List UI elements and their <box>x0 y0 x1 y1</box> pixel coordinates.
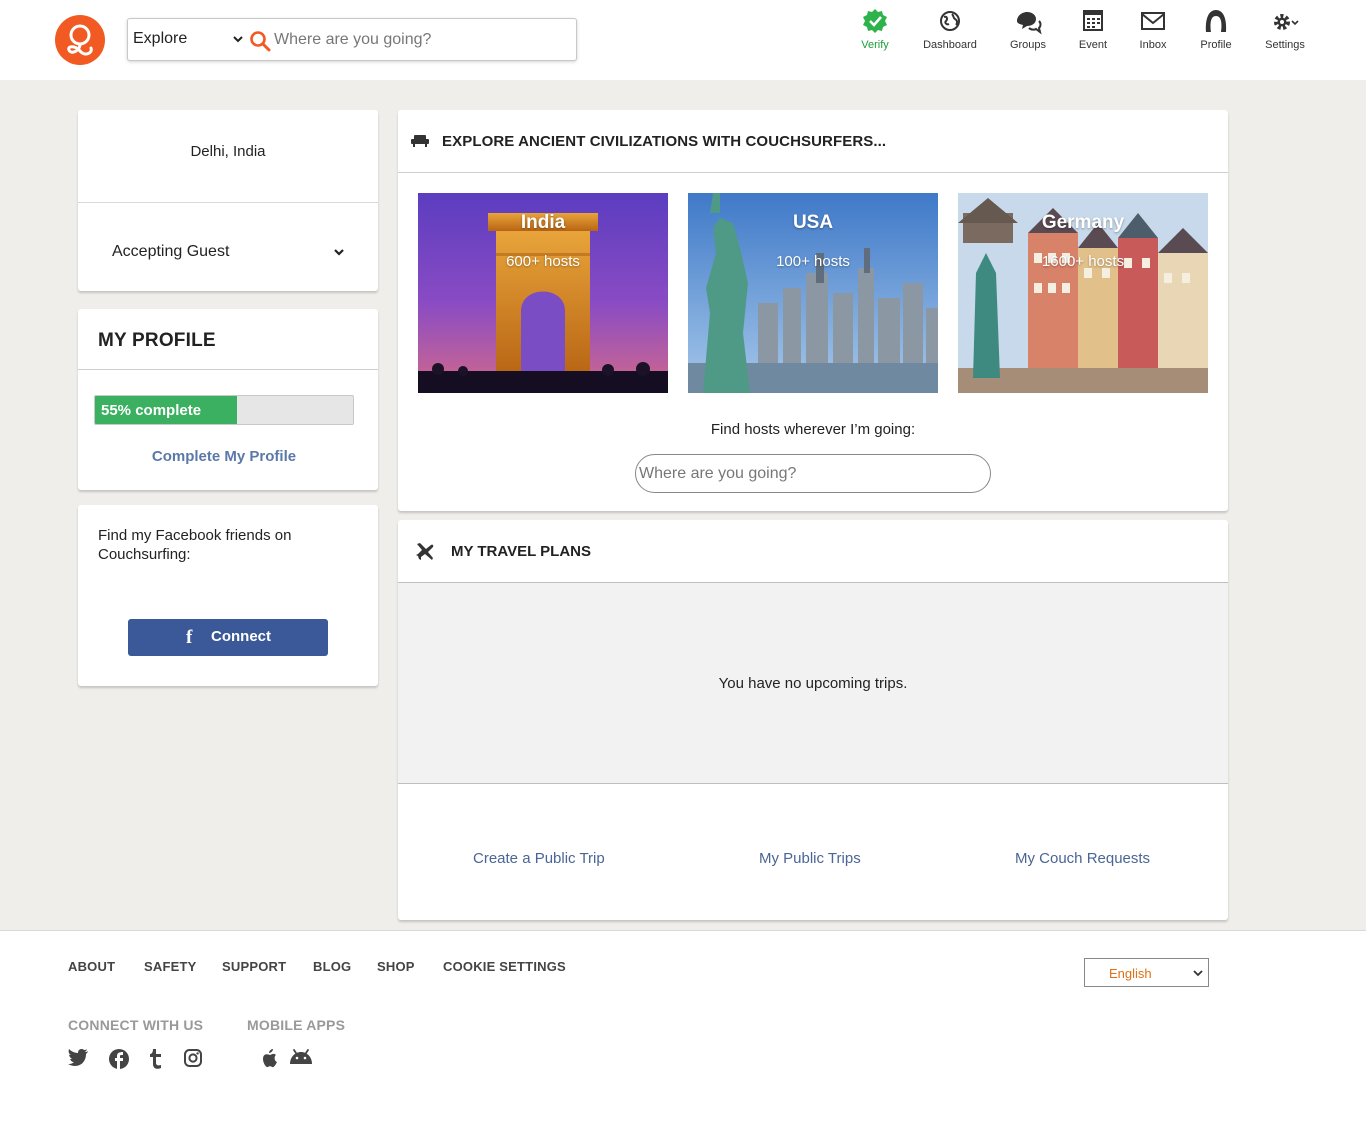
nav-settings[interactable]: Settings <box>1260 8 1310 51</box>
apple-icon[interactable] <box>261 1048 279 1068</box>
travel-plans-card: MY TRAVEL PLANS You have no upcoming tri… <box>398 520 1228 920</box>
divider <box>398 783 1228 784</box>
logo-mark-icon <box>67 24 93 56</box>
connect-with-us-heading: CONNECT WITH US <box>68 1017 204 1033</box>
chat-bubbles-icon <box>1017 12 1042 35</box>
facebook-friends-card: Find my Facebook friends on Couchsurfing… <box>78 505 378 686</box>
language-value: English <box>1109 966 1152 981</box>
destination-name: India <box>520 212 566 233</box>
couch-icon <box>411 135 429 147</box>
android-icon[interactable] <box>288 1048 314 1066</box>
instagram-icon[interactable] <box>183 1048 203 1068</box>
chevron-down-icon <box>1193 970 1203 977</box>
gear-icon <box>1274 14 1299 30</box>
footer-divider <box>0 930 1366 931</box>
chevron-down-icon[interactable] <box>232 33 244 45</box>
footer-link-about[interactable]: ABOUT <box>68 959 115 974</box>
destination-usa[interactable]: USA 100+ hosts <box>688 193 938 393</box>
nav-inbox-label: Inbox <box>1139 39 1167 51</box>
travel-plans-body: You have no upcoming trips. <box>398 583 1228 783</box>
header-search-input[interactable] <box>274 29 564 51</box>
search-icon[interactable] <box>249 30 271 52</box>
hosting-status-select[interactable]: Accepting Guest <box>112 243 229 261</box>
current-location[interactable]: Delhi, India <box>78 143 378 160</box>
footer-link-safety[interactable]: SAFETY <box>144 959 196 974</box>
destination-india[interactable]: India 600+ hosts <box>418 193 668 393</box>
nav-dashboard-label: Dashboard <box>923 39 977 51</box>
destination-name: USA <box>792 212 834 233</box>
profile-progress-label: 55% complete <box>101 402 202 419</box>
travel-plans-title: MY TRAVEL PLANS <box>451 543 592 560</box>
nav-dashboard[interactable]: Dashboard <box>918 8 982 51</box>
nav-inbox[interactable]: Inbox <box>1134 8 1172 51</box>
nav-groups[interactable]: Groups <box>1006 8 1050 51</box>
nav-profile[interactable]: Profile <box>1196 8 1236 51</box>
find-hosts-input[interactable] <box>635 454 991 493</box>
globe-icon <box>940 11 960 31</box>
no-trips-message: You have no upcoming trips. <box>718 675 908 692</box>
my-couch-requests-link[interactable]: My Couch Requests <box>1015 850 1150 867</box>
location-card: Delhi, India Accepting Guest <box>78 110 378 291</box>
create-public-trip-link[interactable]: Create a Public Trip <box>473 850 605 867</box>
profile-progress-bar: 55% complete <box>94 395 354 425</box>
twitter-icon[interactable] <box>67 1048 89 1068</box>
my-public-trips-link[interactable]: My Public Trips <box>759 850 861 867</box>
my-profile-card: MY PROFILE 55% complete Complete My Prof… <box>78 309 378 490</box>
footer-link-support[interactable]: SUPPORT <box>222 959 286 974</box>
destination-hosts: 100+ hosts <box>776 253 850 270</box>
verify-check-icon <box>863 9 887 33</box>
complete-profile-link[interactable]: Complete My Profile <box>78 448 370 465</box>
explore-card-title: EXPLORE ANCIENT CIVILIZATIONS WITH COUCH… <box>442 133 887 150</box>
facebook-connect-label: Connect <box>211 628 271 645</box>
facebook-circle-icon[interactable] <box>108 1048 130 1070</box>
tumblr-icon[interactable] <box>148 1048 164 1070</box>
explore-card: EXPLORE ANCIENT CIVILIZATIONS WITH COUCH… <box>398 110 1228 511</box>
destination-hosts: 600+ hosts <box>506 253 580 270</box>
divider <box>398 172 1228 173</box>
footer-link-blog[interactable]: BLOG <box>313 959 351 974</box>
divider <box>78 369 378 370</box>
top-header: Explore Verify Dashboard Groups <box>0 0 1366 80</box>
destination-hosts: 1600+ hosts <box>1041 253 1125 270</box>
nav-settings-label: Settings <box>1265 39 1305 51</box>
footer-link-cookie-settings[interactable]: COOKIE SETTINGS <box>443 959 566 974</box>
calendar-icon <box>1083 10 1103 31</box>
facebook-icon: f <box>186 627 193 648</box>
envelope-icon <box>1141 12 1165 30</box>
find-hosts-label: Find hosts wherever I’m going: <box>710 421 916 438</box>
divider <box>78 202 378 203</box>
chevron-down-icon[interactable] <box>333 248 345 258</box>
profile-card-title: MY PROFILE <box>98 330 216 351</box>
facebook-friends-text: Find my Facebook friends on Couchsurfing… <box>98 527 292 563</box>
nav-event[interactable]: Event <box>1074 8 1112 51</box>
language-select[interactable]: English <box>1084 958 1209 987</box>
footer-link-shop[interactable]: SHOP <box>377 959 415 974</box>
nav-profile-label: Profile <box>1200 39 1232 51</box>
nav-verify-label: Verify <box>861 39 889 51</box>
nav-event-label: Event <box>1078 39 1108 51</box>
mobile-apps-heading: MOBILE APPS <box>247 1017 346 1033</box>
nav-verify[interactable]: Verify <box>856 8 894 51</box>
nav-groups-label: Groups <box>1009 39 1047 51</box>
destination-germany[interactable]: Germany 1600+ hosts <box>958 193 1208 393</box>
airplane-icon <box>416 543 434 560</box>
user-icon <box>1205 10 1227 32</box>
couchsurfing-logo[interactable] <box>55 15 105 65</box>
explore-mode-select[interactable]: Explore <box>133 30 187 48</box>
facebook-connect-button[interactable]: f Connect <box>128 619 328 656</box>
header-search-box: Explore <box>127 18 577 61</box>
destination-name: Germany <box>1041 212 1125 233</box>
